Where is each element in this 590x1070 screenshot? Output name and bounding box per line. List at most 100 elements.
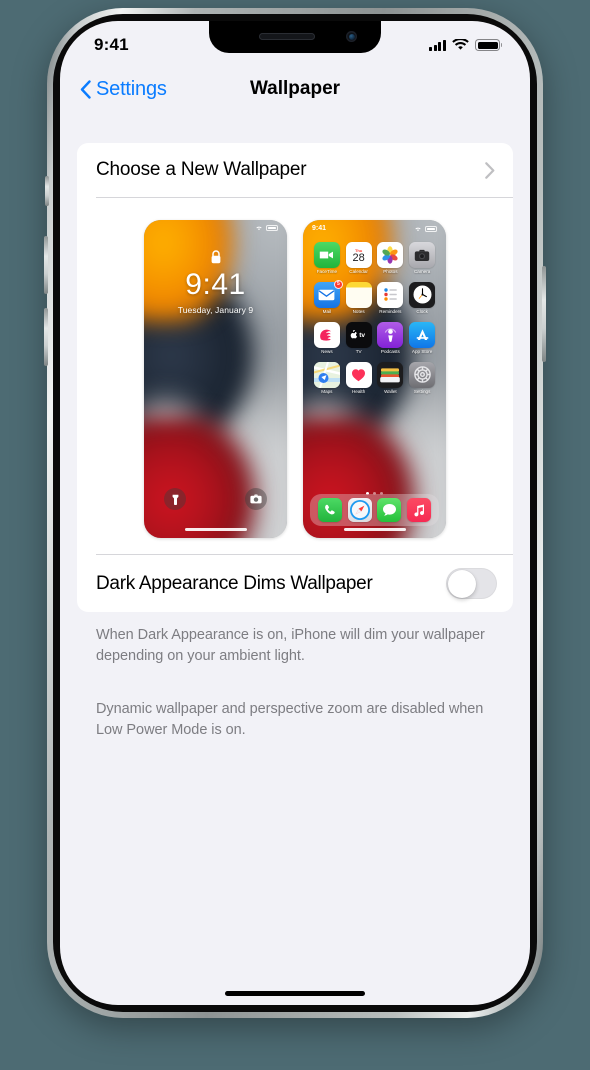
battery-icon [266, 225, 278, 231]
app-label: Settings [413, 389, 431, 395]
settings-icon [409, 361, 436, 388]
wifi-icon [256, 226, 262, 231]
camera-button[interactable] [245, 488, 267, 510]
notch [209, 21, 381, 53]
app-health[interactable]: Health [345, 361, 372, 395]
back-to-settings-button[interactable]: Settings [80, 78, 167, 101]
choose-new-wallpaper-row[interactable]: Choose a New Wallpaper [77, 143, 513, 197]
tv-icon: tv [345, 321, 372, 348]
dark-appearance-label: Dark Appearance Dims Wallpaper [96, 572, 373, 594]
photos-icon [377, 242, 404, 268]
dark-appearance-toggle[interactable] [446, 568, 497, 599]
battery-full-icon [475, 39, 503, 51]
app-calendar[interactable]: Thu 28 Calendar [345, 242, 372, 275]
footnote-low-power-mode: Dynamic wallpaper and perspective zoom a… [96, 700, 484, 738]
home-status-time: 9:41 [312, 225, 327, 232]
chevron-right-icon [485, 161, 495, 179]
app-label: TV [355, 349, 362, 355]
home-app-grid: FaceTime Thu 28 Calendar Photos Camera 5… [303, 242, 446, 395]
health-icon [345, 361, 372, 388]
svg-text:tv: tv [359, 333, 365, 340]
app-label: Calendar [349, 269, 368, 275]
app-label: Wallet [384, 389, 397, 395]
chevron-left-icon [80, 79, 91, 99]
wifi-icon [452, 39, 469, 50]
lock-date: Tuesday, January 9 [177, 305, 254, 315]
app-label: News [321, 349, 333, 355]
home-status-bar: 9:41 [303, 225, 446, 232]
app-label: Camera [413, 269, 431, 275]
safari-icon[interactable] [347, 498, 372, 522]
app-label: Mail [322, 309, 332, 315]
side-power-button[interactable] [542, 266, 546, 362]
volume-down-button[interactable] [44, 308, 48, 366]
wallet-icon [377, 361, 404, 388]
reminders-icon [377, 281, 404, 308]
home-dock [310, 494, 439, 526]
volume-up-button[interactable] [44, 236, 48, 294]
dark-appearance-dims-row: Dark Appearance Dims Wallpaper [77, 555, 513, 612]
app-label: Notes [352, 309, 365, 315]
app-facetime[interactable]: FaceTime [313, 242, 340, 275]
lock-screen-clock: 9:41 Tuesday, January 9 [144, 250, 287, 315]
app-mail[interactable]: 5 Mail [313, 279, 343, 315]
app-camera[interactable]: Camera [409, 242, 436, 275]
wallpaper-previews: 9:41 Tuesday, January 9 9:41 FaceTime Th… [77, 198, 513, 554]
earpiece-speaker-icon [259, 33, 315, 40]
app-label: FaceTime [316, 269, 337, 275]
lock-status-indicators [255, 225, 278, 231]
mail-badge: 5 [333, 279, 343, 289]
app-photos[interactable]: Photos [377, 242, 404, 275]
app-label: Reminders [379, 309, 402, 315]
home-indicator-bar[interactable] [225, 991, 365, 996]
lock-closed-icon [211, 250, 220, 264]
app-podcasts[interactable]: Podcasts [377, 321, 404, 355]
app-app-store[interactable]: App Store [409, 321, 436, 355]
status-bar-time: 9:41 [94, 35, 129, 54]
flashlight-icon [172, 494, 178, 505]
app-label: App Store [411, 349, 433, 355]
wallpaper-card: Choose a New Wallpaper 9:41 Tuesday, Jan… [77, 143, 513, 612]
clock-icon [409, 281, 436, 308]
app-tv[interactable]: tv TV [345, 321, 372, 355]
settings-content: Choose a New Wallpaper 9:41 Tuesday, Jan… [60, 113, 530, 741]
app-maps[interactable]: Maps [313, 361, 340, 395]
app-reminders[interactable]: Reminders [377, 281, 404, 315]
app-notes[interactable]: Notes [345, 281, 372, 315]
podcasts-icon [377, 321, 404, 348]
back-button-label: Settings [96, 77, 167, 100]
device-screen: 9:41 Settings Wallpaper Choose a New Wal… [60, 21, 530, 1005]
toggle-knob [447, 569, 476, 598]
calendar-icon: Thu 28 [345, 242, 372, 268]
wifi-icon [415, 227, 421, 231]
app-label: Health [351, 389, 366, 395]
choose-new-wallpaper-label: Choose a New Wallpaper [96, 159, 307, 180]
app-label: Clock [416, 309, 428, 315]
facetime-icon [313, 242, 340, 268]
news-icon [313, 321, 340, 348]
iphone-device: 9:41 Settings Wallpaper Choose a New Wal… [44, 8, 546, 1018]
phone-icon[interactable] [317, 498, 342, 522]
app-wallet[interactable]: Wallet [377, 361, 404, 395]
app-store-icon [409, 321, 436, 348]
lock-time: 9:41 [185, 268, 246, 301]
messages-icon[interactable] [377, 498, 402, 522]
music-icon[interactable] [407, 498, 432, 522]
app-label: Photos [383, 269, 398, 275]
maps-icon [313, 361, 340, 388]
status-bar-indicators [429, 39, 503, 51]
footnote-dark-appearance: When Dark Appearance is on, iPhone will … [96, 627, 485, 664]
app-label: Podcasts [380, 349, 400, 355]
flashlight-button[interactable] [164, 488, 186, 510]
silent-switch[interactable] [45, 176, 49, 206]
home-indicator [184, 527, 247, 531]
lock-screen-preview[interactable]: 9:41 Tuesday, January 9 [144, 220, 287, 538]
lock-quick-actions [144, 488, 287, 510]
app-news[interactable]: News [313, 321, 340, 355]
app-clock[interactable]: Clock [409, 281, 436, 315]
home-screen-preview[interactable]: 9:41 FaceTime Thu 28 Calendar Photos Cam… [303, 220, 446, 538]
navigation-bar: Settings Wallpaper [60, 65, 530, 113]
notes-icon [345, 281, 372, 308]
app-settings[interactable]: Settings [409, 361, 436, 395]
battery-icon [425, 225, 437, 232]
